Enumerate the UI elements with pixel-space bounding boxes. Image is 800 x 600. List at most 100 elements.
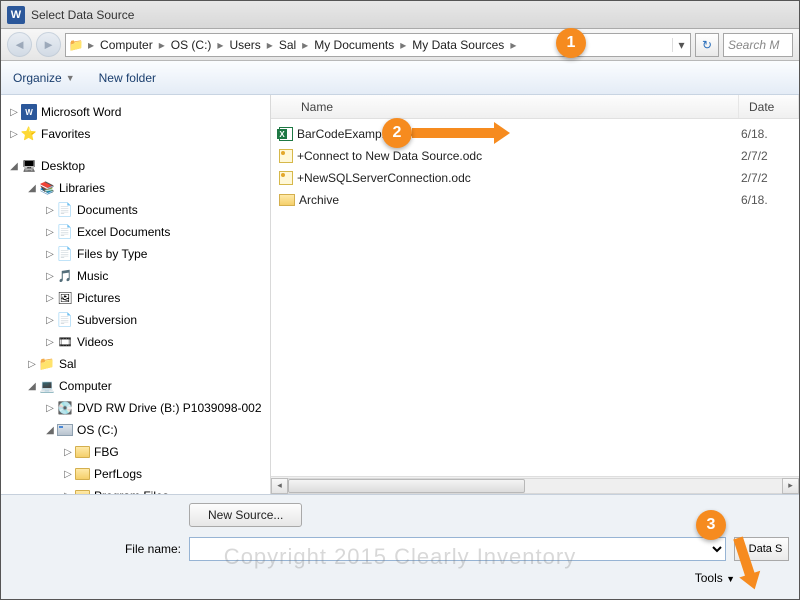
tree-item-label: Files by Type [77,247,147,261]
file-list[interactable]: BarCodeExample.xlsx6/18.+Connect to New … [271,119,799,476]
tree-item[interactable]: ▷ FBG [1,441,270,463]
scroll-left-button[interactable]: ◂ [271,478,288,494]
tools-menu[interactable]: Tools ▼ [695,571,735,585]
file-date: 6/18. [741,193,791,207]
navigation-tree[interactable]: ▷WMicrosoft Word▷Favorites ◢Desktop◢Libra… [1,95,271,494]
tree-item[interactable]: ◢ OS (C:) [1,419,270,441]
tree-item[interactable]: ▷Program Files [1,485,270,494]
new-folder-button[interactable]: New folder [99,71,156,85]
lib-icon [39,180,55,196]
tree-twisty-icon[interactable]: ▷ [43,227,57,238]
file-date: 2/7/2 [741,149,791,163]
tree-twisty-icon[interactable]: ◢ [43,425,57,436]
tree-twisty-icon[interactable]: ▷ [43,293,57,304]
tree-item[interactable]: ◢Libraries [1,177,270,199]
organize-label: Organize [13,71,62,85]
tree-item[interactable]: ▷ Excel Documents [1,221,270,243]
tree-item[interactable]: ▷ Files by Type [1,243,270,265]
file-row[interactable]: +NewSQLServerConnection.odc2/7/2 [271,167,799,189]
chevron-right-icon[interactable]: ▸ [398,38,408,52]
tree-twisty-icon[interactable]: ▷ [7,107,21,118]
toolbar: Organize ▼ New folder [1,61,799,95]
tree-item-label: Pictures [77,291,120,305]
file-name: +Connect to New Data Source.odc [297,149,741,163]
file-row[interactable]: +Connect to New Data Source.odc2/7/2 [271,145,799,167]
tree-item[interactable]: ▷Subversion [1,309,270,331]
new-source-button[interactable]: New Source... [189,503,302,527]
pic-icon [57,290,73,306]
body: ▷WMicrosoft Word▷Favorites ◢Desktop◢Libra… [1,95,799,494]
tree-item[interactable]: ◢Desktop [1,155,270,177]
tree-item[interactable]: ▷Documents [1,199,270,221]
file-date: 2/7/2 [741,171,791,185]
breadcrumb[interactable]: 📁 ▸ Computer ▸ OS (C:) ▸ Users ▸ Sal ▸ M… [65,33,691,57]
file-name: Archive [299,193,741,207]
tree-twisty-icon[interactable]: ▷ [43,315,57,326]
breadcrumb-segment[interactable]: My Documents [310,38,398,52]
tree-item[interactable]: ▷ Pictures [1,287,270,309]
breadcrumb-segment[interactable]: Sal [275,38,300,52]
tree-item[interactable]: ◢Computer [1,375,270,397]
breadcrumb-segment[interactable]: Computer [96,38,157,52]
column-header-date[interactable]: Date [739,95,799,118]
tree-item[interactable]: ▷Favorites [1,123,270,145]
word-icon: W [21,104,37,120]
chevron-right-icon[interactable]: ▸ [86,38,96,52]
tree-twisty-icon[interactable]: ▷ [61,447,75,458]
chevron-right-icon[interactable]: ▸ [508,38,518,52]
chevron-right-icon[interactable]: ▸ [157,38,167,52]
tree-twisty-icon[interactable]: ◢ [7,161,21,172]
tree-item[interactable]: ▷ DVD RW Drive (B:) P1039098-002 [1,397,270,419]
file-name-input[interactable] [189,537,726,561]
column-header-name[interactable]: Name [291,95,739,118]
chevron-down-icon: ▼ [66,73,75,83]
tree-twisty-icon[interactable]: ▷ [43,337,57,348]
comp-icon [39,378,55,394]
tree-item[interactable]: ▷Videos [1,331,270,353]
organize-menu[interactable]: Organize ▼ [13,71,75,85]
tree-twisty-icon[interactable]: ▷ [61,469,75,480]
tree-twisty-icon[interactable]: ◢ [25,381,39,392]
chevron-down-icon[interactable]: ▾ [672,38,690,52]
tree-twisty-icon[interactable]: ▷ [25,359,39,370]
annotation-2-arrow [412,128,496,138]
tree-twisty-icon[interactable]: ▷ [43,249,57,260]
tree-item-label: DVD RW Drive (B:) P1039098-002 [77,401,262,415]
breadcrumb-segment[interactable]: My Data Sources [408,38,508,52]
search-input[interactable]: Search M [723,33,793,57]
chevron-right-icon[interactable]: ▸ [215,38,225,52]
tree-item[interactable]: ▷WMicrosoft Word [1,101,270,123]
tree-item[interactable]: ▷PerfLogs [1,463,270,485]
tree-twisty-icon[interactable]: ▷ [43,403,57,414]
annotation-2: 2 [382,118,412,148]
breadcrumb-segment[interactable]: OS (C:) [167,38,216,52]
scroll-right-button[interactable]: ▸ [782,478,799,494]
nav-forward-button[interactable]: ► [36,32,61,57]
nav-back-button[interactable]: ◄ [7,32,32,57]
chevron-down-icon: ▼ [726,574,735,584]
tree-item-label: OS (C:) [77,423,118,437]
user-icon [39,356,55,372]
refresh-button[interactable]: ↻ [695,33,719,57]
horizontal-scrollbar[interactable]: ◂ ▸ [271,476,799,494]
scroll-thumb[interactable] [288,479,525,493]
breadcrumb-segment[interactable]: Users [225,38,264,52]
chevron-right-icon[interactable]: ▸ [265,38,275,52]
chevron-right-icon[interactable]: ▸ [300,38,310,52]
tree-twisty-icon[interactable]: ▷ [7,129,21,140]
tree-twisty-icon[interactable]: ▷ [43,271,57,282]
docs-icon [57,224,73,240]
tree-item[interactable]: ▷Sal [1,353,270,375]
tree-twisty-icon[interactable]: ▷ [43,205,57,216]
tree-item-label: Excel Documents [77,225,170,239]
file-row[interactable]: Archive6/18. [271,189,799,211]
folder-icon [75,446,90,458]
tree-item[interactable]: ▷Music [1,265,270,287]
tree-item-label: FBG [94,445,119,459]
address-bar: ◄ ► 📁 ▸ Computer ▸ OS (C:) ▸ Users ▸ Sal… [1,29,799,61]
file-row[interactable]: BarCodeExample.xlsx6/18. [271,123,799,145]
scroll-track[interactable] [288,478,782,494]
dialog-window: W Select Data Source ◄ ► 📁 ▸ Computer ▸ … [0,0,800,600]
docs-icon [57,312,73,328]
tree-twisty-icon[interactable]: ◢ [25,183,39,194]
